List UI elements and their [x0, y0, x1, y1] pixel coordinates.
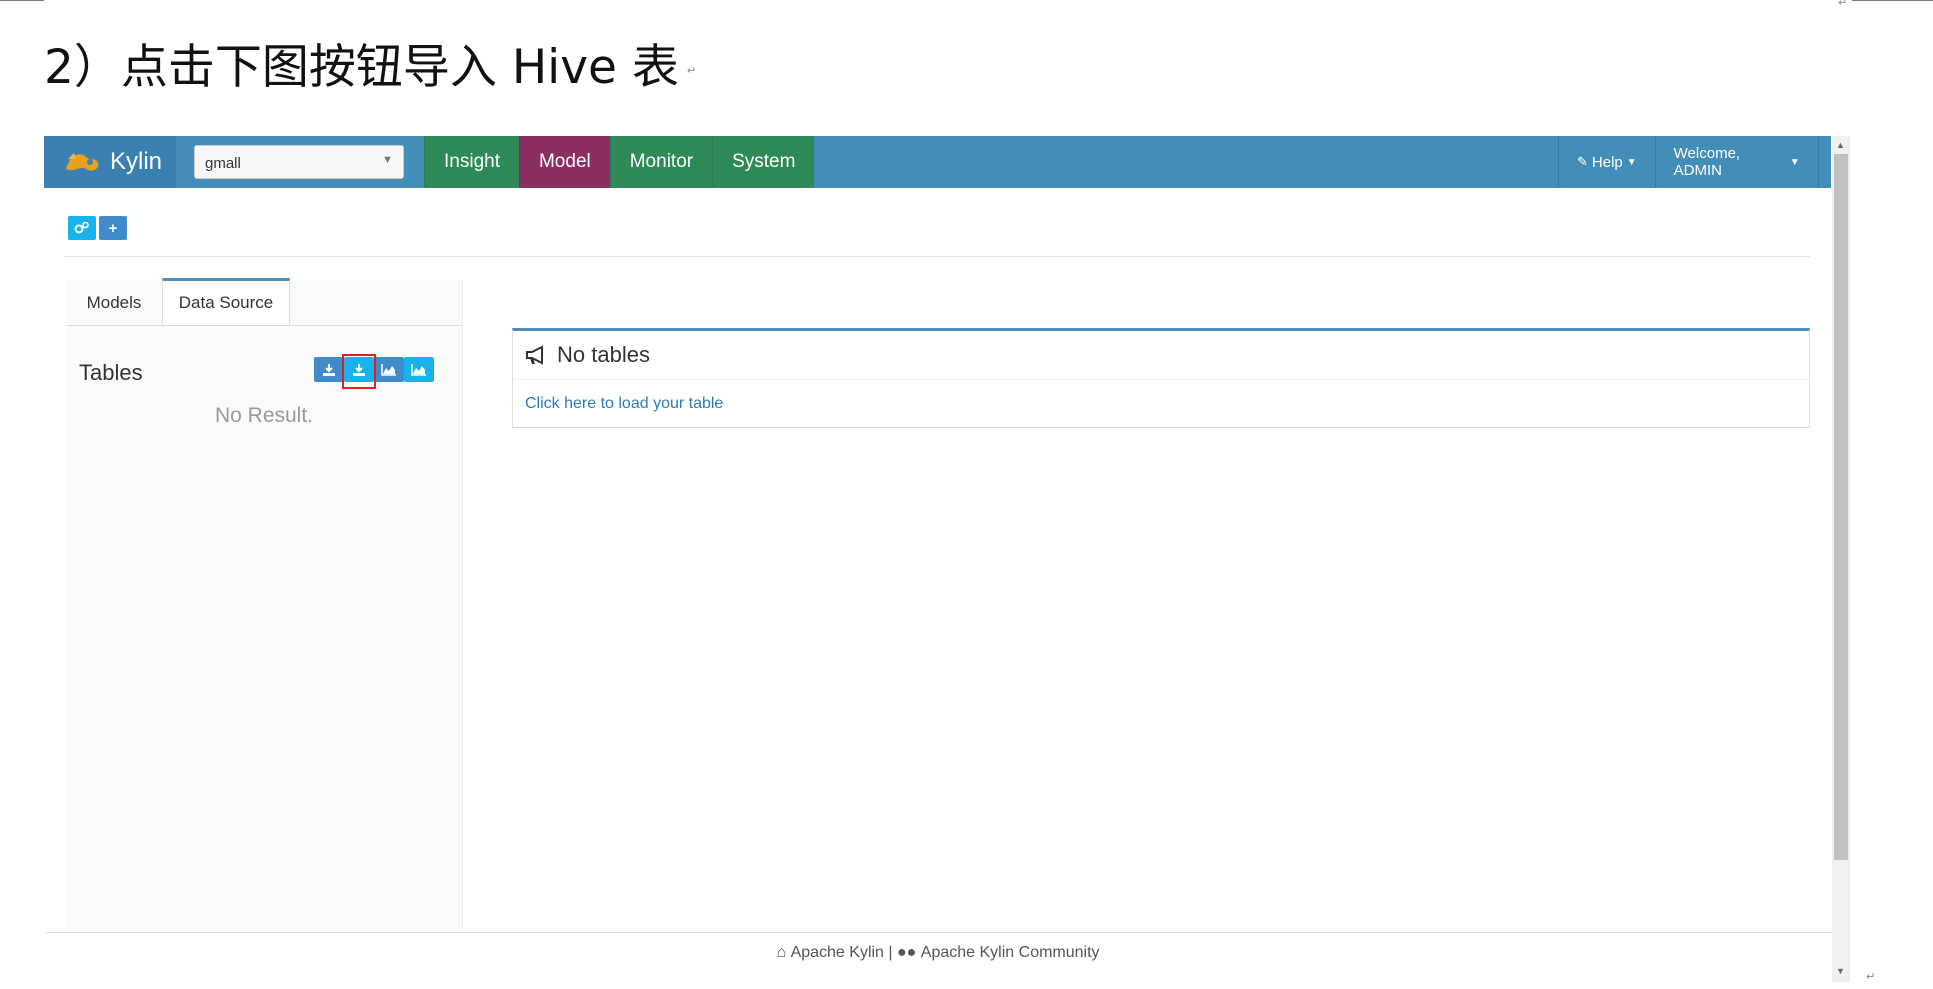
sidebar-tabs: Models Data Source — [66, 278, 462, 326]
load-table-link[interactable]: Click here to load your table — [525, 395, 723, 413]
scroll-up-arrow-icon[interactable]: ▲ — [1836, 140, 1845, 150]
user-nav: ✎ Help ▼ Welcome, ADMIN ▼ — [1558, 136, 1819, 188]
scroll-down-arrow-icon[interactable]: ▼ — [1836, 966, 1845, 976]
download-icon — [323, 363, 335, 376]
highlight-annotation-box — [342, 354, 376, 389]
vertical-scrollbar[interactable]: ▲ ▼ — [1832, 136, 1850, 982]
gears-icon — [74, 221, 89, 234]
help-label: Help — [1591, 153, 1623, 171]
caret-down-icon: ▼ — [382, 154, 393, 166]
model-sidebar: Models Data Source Tables No Result. — [66, 278, 463, 928]
caret-down-icon: ▼ — [1789, 156, 1800, 168]
project-select-value: gmall — [205, 155, 241, 172]
brand-name: Kylin — [110, 148, 163, 175]
tables-info-panel: No tables Click here to load your table — [512, 328, 1810, 428]
plus-icon: + — [108, 219, 118, 237]
users-icon: ●● — [897, 944, 917, 961]
footer-separator: | — [888, 944, 893, 961]
scroll-thumb[interactable] — [1834, 154, 1848, 860]
paragraph-mark: ↵ — [1866, 970, 1876, 983]
caret-down-icon: ▼ — [1626, 156, 1637, 168]
apache-kylin-link[interactable]: Apache Kylin — [791, 944, 884, 961]
toolbar-divider — [64, 256, 1810, 257]
nav-insight[interactable]: Insight — [424, 136, 519, 188]
user-menu[interactable]: Welcome, ADMIN ▼ — [1654, 136, 1819, 188]
add-streaming-table-button[interactable] — [374, 357, 404, 382]
top-navbar: Kylin gmall ▼ Insight Model Monitor Syst… — [44, 136, 1831, 188]
help-menu[interactable]: ✎ Help ▼ — [1558, 136, 1655, 188]
nav-monitor[interactable]: Monitor — [609, 136, 713, 188]
kylin-screenshot: Kylin gmall ▼ Insight Model Monitor Syst… — [44, 136, 1850, 982]
nav-model[interactable]: Model — [518, 136, 610, 188]
footer-divider — [44, 932, 1832, 933]
bullhorn-icon — [526, 345, 543, 365]
add-model-button[interactable]: + — [99, 216, 127, 240]
area-chart-icon — [411, 364, 426, 376]
panel-header: No tables — [513, 331, 1809, 380]
document-corner-rule-left — [0, 0, 44, 1]
community-link[interactable]: Apache Kylin Community — [921, 944, 1100, 961]
paragraph-mark: ↵ — [1838, 0, 1848, 9]
tab-data-source[interactable]: Data Source — [162, 278, 290, 325]
tables-heading: Tables — [79, 360, 143, 385]
project-select[interactable]: gmall ▼ — [194, 145, 404, 179]
paragraph-mark: ↵ — [686, 63, 697, 77]
footer: ⌂ Apache Kylin | ●● Apache Kylin Communi… — [44, 944, 1832, 962]
document-corner-rule-right — [1852, 0, 1933, 1]
main-nav: Insight Model Monitor System — [424, 136, 815, 188]
welcome-label: Welcome, ADMIN — [1673, 145, 1741, 179]
kylin-logo-icon — [66, 153, 99, 171]
add-kafka-table-button[interactable] — [404, 357, 434, 382]
no-result-text: No Result. — [214, 404, 314, 427]
book-icon: ✎ — [1577, 154, 1588, 169]
settings-button[interactable] — [68, 216, 96, 240]
document-heading-text: 2）点击下图按钮导入 Hive 表 — [44, 40, 679, 95]
nav-system[interactable]: System — [712, 136, 815, 188]
brand[interactable]: Kylin — [44, 136, 176, 188]
area-chart-icon — [381, 364, 396, 376]
tab-models[interactable]: Models — [66, 280, 162, 325]
document-heading: 2）点击下图按钮导入 Hive 表 ↵ — [44, 36, 696, 103]
panel-title: No tables — [557, 342, 650, 367]
home-icon: ⌂ — [776, 944, 787, 961]
load-hive-table-button[interactable] — [314, 357, 344, 382]
